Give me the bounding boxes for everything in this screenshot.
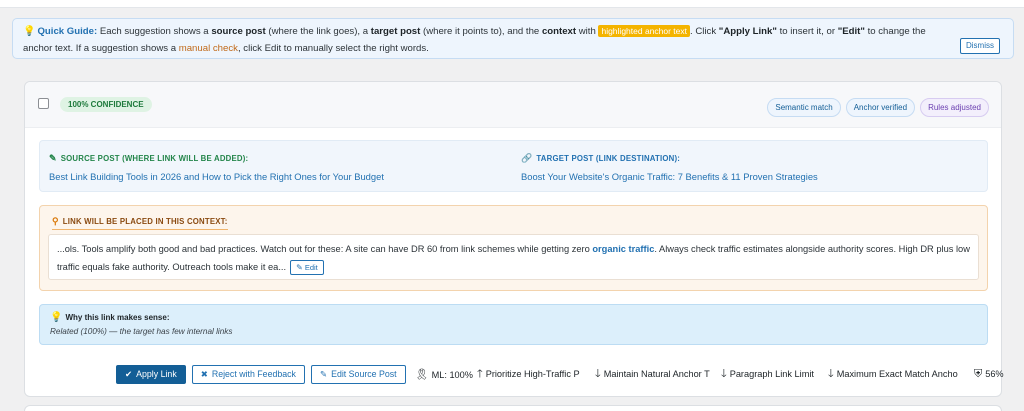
anchor-text: organic traffic bbox=[592, 244, 655, 254]
guide-text: , click Edit to manually select the righ… bbox=[237, 43, 429, 54]
link-icon: 🔗 bbox=[521, 153, 533, 163]
guide-text: to insert it, or bbox=[776, 26, 838, 37]
ml-score-text: ML: 100% bbox=[431, 369, 473, 380]
guide-text: Each suggestion shows a bbox=[97, 26, 212, 37]
guide-lead: Quick Guide: bbox=[37, 26, 98, 37]
guide-text: (where it points to), and the bbox=[420, 26, 542, 37]
target-post-link[interactable]: Boost Your Website's Organic Traffic: 7 … bbox=[521, 171, 818, 182]
overall-score-text: 56% bbox=[985, 368, 1004, 379]
guide-text: (where the link goes), a bbox=[265, 26, 371, 37]
lightbulb-icon: 💡 bbox=[23, 26, 36, 37]
context-panel: ⚲ LINK WILL BE PLACED IN THIS CONTEXT: ..… bbox=[39, 205, 988, 291]
dismiss-button[interactable]: Dismiss bbox=[960, 38, 1000, 54]
highlight-example-chip: highlighted anchor text bbox=[598, 25, 690, 37]
why-title-text: Why this link makes sense: bbox=[65, 313, 170, 322]
rule-text: Prioritize High-Traffic P bbox=[485, 368, 580, 379]
arrow-down-icon: 🡓 bbox=[594, 367, 601, 380]
edit-source-label: Edit Source Post bbox=[331, 368, 397, 379]
top-bar bbox=[0, 0, 1024, 8]
apply-link-button[interactable]: ✔ Apply Link bbox=[116, 364, 186, 384]
select-checkbox[interactable] bbox=[38, 98, 49, 109]
anchor-verified-chip: Anchor verified bbox=[845, 98, 916, 117]
why-text: Related (100%) — the target has few inte… bbox=[50, 327, 233, 336]
confidence-badge: 100% CONFIDENCE bbox=[60, 97, 152, 112]
context-label-text: LINK WILL BE PLACED IN THIS CONTEXT: bbox=[62, 217, 228, 226]
rules-adjusted-chip: Rules adjusted bbox=[920, 98, 989, 117]
arrow-up-icon: 🡑 bbox=[476, 367, 483, 380]
ml-score: 🎗 ML: 100% bbox=[415, 368, 473, 381]
card-header: 100% CONFIDENCE Semantic match Anchor ve… bbox=[25, 82, 1001, 128]
context-label-underline bbox=[52, 229, 228, 230]
target-post-label: 🔗 TARGET POST (LINK DESTINATION): bbox=[521, 153, 680, 164]
pencil-icon: ✎ bbox=[296, 263, 303, 273]
source-post-link[interactable]: Best Link Building Tools in 2026 and How… bbox=[49, 171, 384, 182]
target-label-text: TARGET POST (LINK DESTINATION): bbox=[536, 154, 681, 163]
source-post-label: ✎ SOURCE POST (WHERE LINK WILL BE ADDED): bbox=[49, 153, 248, 164]
next-suggestion-card bbox=[24, 405, 1002, 411]
manual-check-text: manual check bbox=[178, 43, 238, 54]
rule-prioritize-traffic: 🡑 Prioritize High-Traffic P bbox=[477, 365, 591, 384]
apply-link-label: Apply Link bbox=[136, 368, 177, 379]
context-text-box: ...ols. Tools amplify both good and bad … bbox=[48, 234, 979, 280]
arrow-down-icon: 🡓 bbox=[827, 367, 834, 380]
why-title: 💡 Why this link makes sense: bbox=[50, 312, 170, 323]
rule-exact-match: 🡓 Maximum Exact Match Ancho bbox=[828, 365, 968, 384]
quick-guide-notice: 💡 Quick Guide: Each suggestion shows a so… bbox=[12, 18, 1014, 59]
guide-bold: target post bbox=[370, 26, 421, 37]
semantic-match-chip: Semantic match bbox=[767, 98, 841, 117]
suggestion-meta: 🎗 ML: 100% 🡑 Prioritize High-Traffic P 🡓 Ma… bbox=[412, 365, 1004, 384]
edit-anchor-button[interactable]: ✎ Edit bbox=[290, 260, 324, 276]
check-icon: ✔ bbox=[125, 368, 133, 379]
rule-text: Maximum Exact Match Ancho bbox=[836, 368, 958, 379]
why-panel: 💡 Why this link makes sense: Related (100… bbox=[39, 304, 988, 345]
guide-bold: "Edit" bbox=[837, 26, 865, 37]
edit-source-post-button[interactable]: ✎ Edit Source Post bbox=[310, 364, 406, 384]
rule-paragraph-limit: 🡓 Paragraph Link Limit bbox=[721, 365, 824, 384]
source-label-text: SOURCE POST (WHERE LINK WILL BE ADDED): bbox=[60, 154, 249, 163]
match-chips: Semantic match Anchor verified Rules adj… bbox=[767, 98, 989, 117]
action-row: ✔ Apply Link ✖ Reject with Feedback ✎ Edit … bbox=[116, 364, 1004, 384]
rule-natural-anchor: 🡓 Maintain Natural Anchor T bbox=[595, 365, 717, 384]
guide-bold: context bbox=[541, 26, 577, 37]
guide-bold: source post bbox=[211, 26, 266, 37]
x-icon: ✖ bbox=[200, 368, 208, 379]
rule-text: Paragraph Link Limit bbox=[729, 368, 814, 379]
suggestion-card: 100% CONFIDENCE Semantic match Anchor ve… bbox=[24, 81, 1004, 397]
source-target-panel: ✎ SOURCE POST (WHERE LINK WILL BE ADDED):… bbox=[39, 140, 988, 192]
map-pin-icon: ⚲ bbox=[52, 216, 59, 226]
arrow-down-icon: 🡓 bbox=[720, 367, 727, 380]
guide-text: . Click bbox=[690, 26, 719, 37]
lightbulb-icon: 💡 bbox=[50, 312, 63, 323]
pencil-icon: ✎ bbox=[319, 368, 328, 379]
context-before: ...ols. Tools amplify both good and bad … bbox=[57, 244, 593, 254]
shield-icon: ⛨ bbox=[973, 367, 983, 380]
rule-text: Maintain Natural Anchor T bbox=[603, 368, 710, 379]
ribbon-icon: 🎗 bbox=[414, 368, 429, 381]
context-label: ⚲ LINK WILL BE PLACED IN THIS CONTEXT: bbox=[52, 216, 228, 230]
guide-bold: "Apply Link" bbox=[718, 26, 777, 37]
edit-anchor-label: Edit bbox=[304, 263, 318, 273]
reject-feedback-button[interactable]: ✖ Reject with Feedback bbox=[191, 364, 305, 384]
overall-score: ⛨ 56% bbox=[974, 368, 1004, 381]
guide-text: with bbox=[576, 26, 599, 37]
reject-feedback-label: Reject with Feedback bbox=[211, 368, 296, 379]
pencil-icon: ✎ bbox=[49, 153, 57, 163]
